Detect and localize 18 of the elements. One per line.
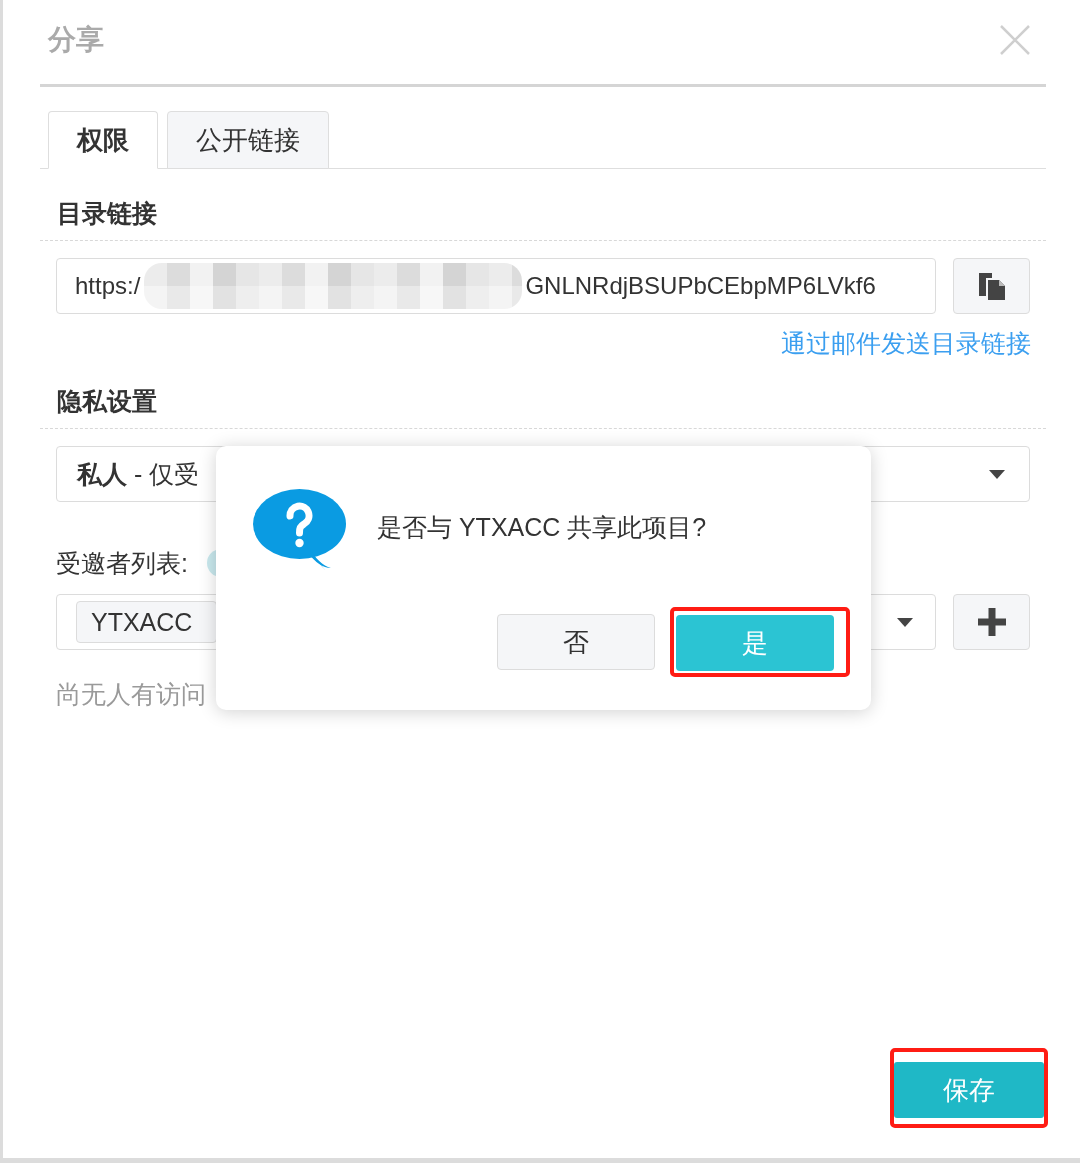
invitee-label: 受邀者列表: <box>56 548 188 579</box>
section-heading: 目录链接 <box>57 199 157 227</box>
question-bubble-icon <box>253 488 346 570</box>
cancel-button[interactable]: 否 <box>497 614 655 670</box>
add-button[interactable] <box>953 594 1030 650</box>
copy-button[interactable] <box>953 258 1030 314</box>
caret-icon <box>897 617 913 627</box>
empty-note: 尚无人有访问 <box>56 679 206 710</box>
tab[interactable]: 公开链接 <box>167 111 329 169</box>
caret-icon <box>989 469 1005 479</box>
copy-icon <box>976 271 1007 301</box>
tab[interactable]: 权限 <box>48 111 158 169</box>
url-field[interactable]: https:/ GNLNRdjBSUPbCEbpMP6LVkf6 <box>56 258 936 314</box>
user-tag: YTXACC <box>76 601 217 643</box>
confirm-message: 是否与 YTXACC 共享此项目? <box>377 512 707 543</box>
window-title: 分享 <box>48 23 104 57</box>
section-heading: 隐私设置 <box>57 387 157 415</box>
plus-icon <box>977 608 1006 636</box>
